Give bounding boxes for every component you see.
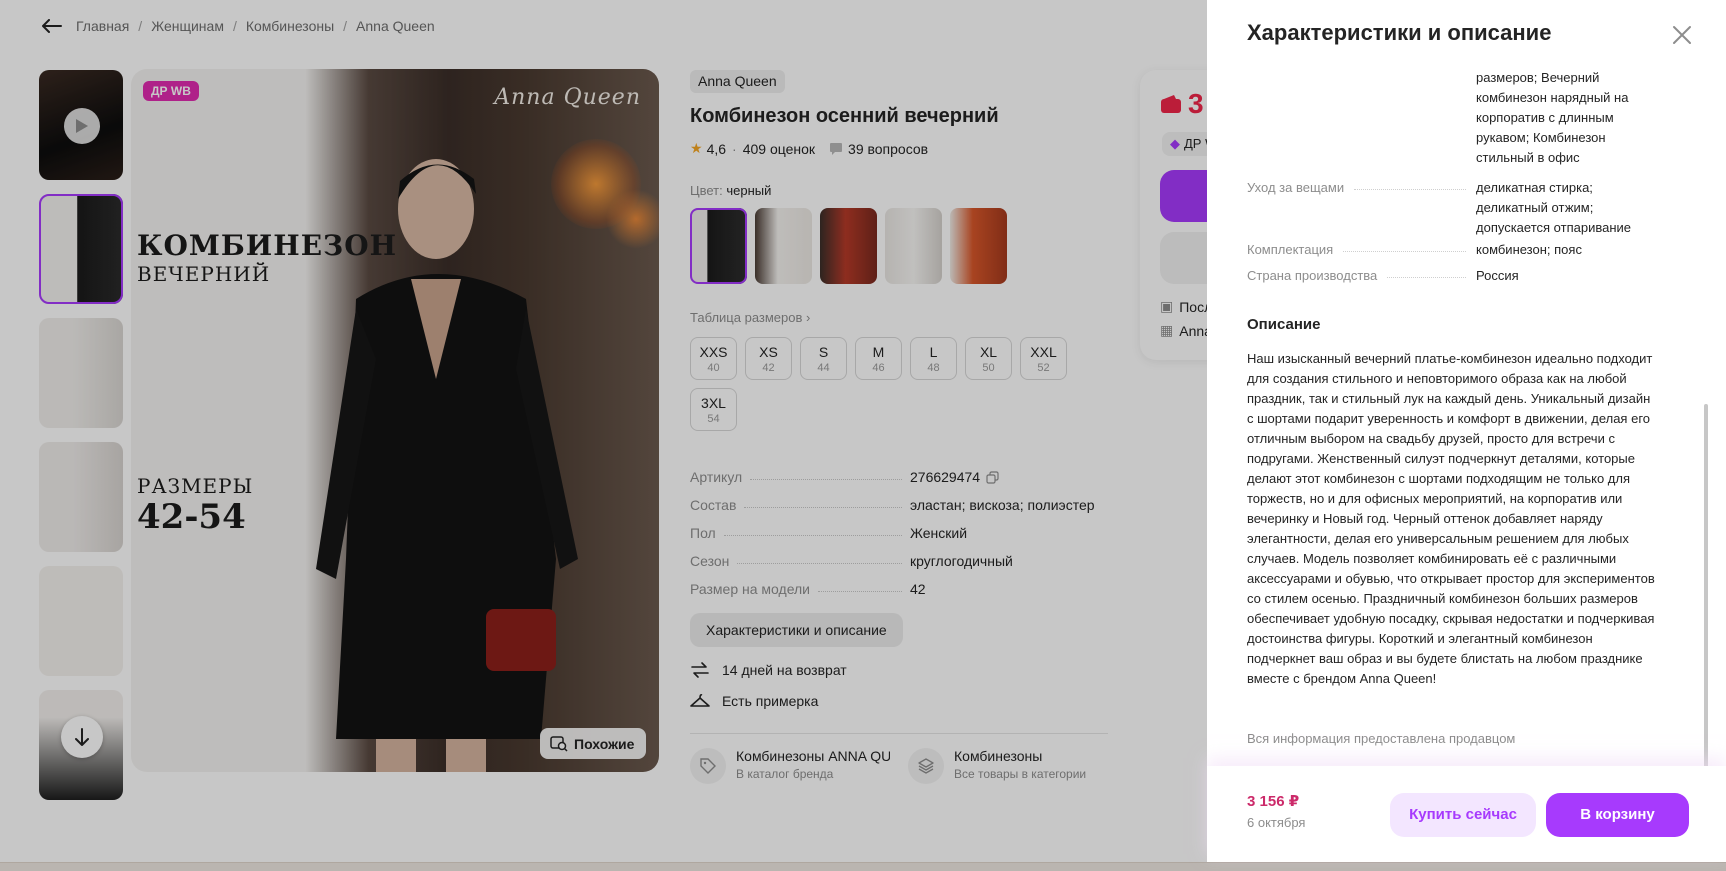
spec-value: комбинезон; пояс: [1476, 242, 1582, 257]
delivery-date: 6 октября: [1247, 815, 1306, 830]
spec-key: Страна производства: [1247, 268, 1378, 283]
spec-row: Страна производства Россия: [1247, 266, 1667, 286]
spec-value-continued: размеров; Вечерний комбинезон нарядный н…: [1476, 70, 1629, 165]
drawer-scrollbar[interactable]: [1704, 404, 1708, 768]
spec-row: Уход за вещами деликатная стирка; делика…: [1247, 178, 1667, 238]
seller-info-note: Вся информация предоставлена продавцом: [1247, 731, 1516, 746]
characteristics-drawer: Характеристики и описание размеров; Вече…: [1207, 0, 1726, 862]
drawer-title: Характеристики и описание: [1247, 20, 1552, 45]
spec-value: Россия: [1476, 268, 1519, 283]
add-to-cart-button[interactable]: В корзину: [1546, 793, 1689, 837]
drawer-footer: 3 156 ₽ 6 октября Купить сейчас В корзин…: [1207, 766, 1726, 862]
spec-row: Комплектация комбинезон; пояс: [1247, 240, 1667, 260]
spec-key: Комплектация: [1247, 242, 1334, 257]
spec-value: деликатная стирка; деликатный отжим; доп…: [1476, 180, 1631, 235]
footer-price: 3 156 ₽: [1247, 793, 1300, 810]
description-text: Наш изысканный вечерний платье-комбинезо…: [1247, 351, 1655, 686]
spec-key: Уход за вещами: [1247, 180, 1345, 195]
description-title: Описание: [1247, 316, 1321, 333]
buy-now-button[interactable]: Купить сейчас: [1390, 793, 1536, 837]
drawer-content: размеров; Вечерний комбинезон нарядный н…: [1247, 66, 1687, 766]
close-icon[interactable]: [1671, 24, 1693, 46]
